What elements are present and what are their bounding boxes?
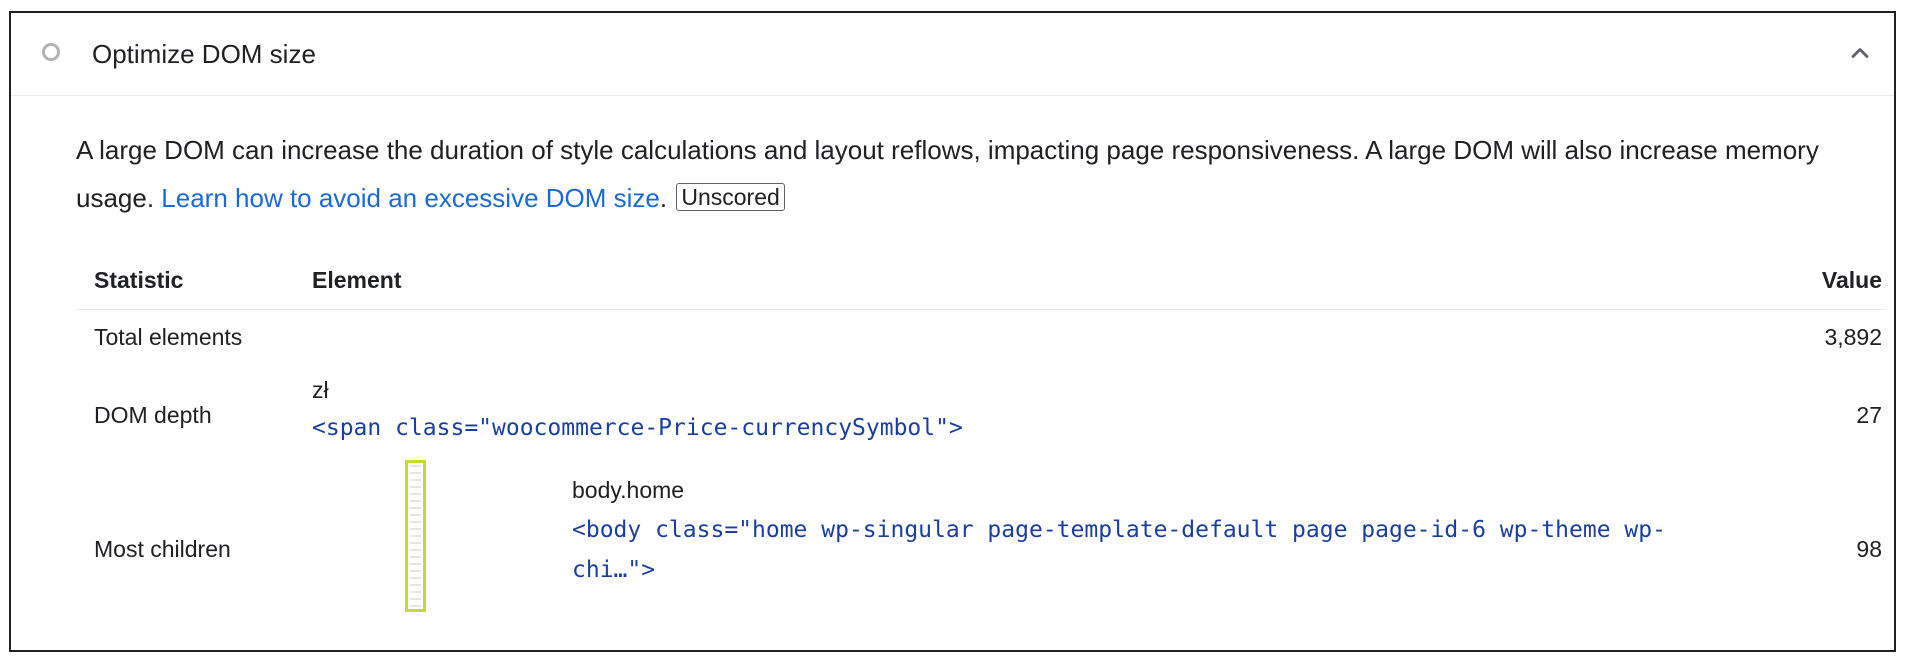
element-code-line2[interactable]: chi…"> bbox=[572, 557, 655, 583]
unscored-badge: Unscored bbox=[676, 183, 785, 211]
unscored-circle-icon bbox=[42, 43, 60, 61]
value-cell: 27 bbox=[1856, 402, 1882, 428]
statistic-cell: DOM depth bbox=[94, 402, 212, 428]
element-label: body.home bbox=[572, 477, 685, 503]
table-row: Most children body.home <body class="hom… bbox=[76, 453, 1886, 623]
table-header: Statistic Element Value bbox=[76, 257, 1886, 310]
element-code-line1[interactable]: <body class="home wp-singular page-templ… bbox=[572, 517, 1666, 543]
statistic-cell: Most children bbox=[94, 536, 231, 562]
description-period: . bbox=[659, 183, 668, 213]
chevron-up-icon[interactable] bbox=[1846, 39, 1874, 67]
thumbnail-preview bbox=[410, 465, 421, 607]
learn-more-link[interactable]: Learn how to avoid an excessive DOM size bbox=[161, 183, 660, 213]
statistic-cell: Total elements bbox=[94, 324, 243, 350]
header-statistic: Statistic bbox=[94, 267, 184, 293]
audit-description: A large DOM can increase the duration of… bbox=[76, 126, 1836, 222]
header-element: Element bbox=[312, 267, 402, 293]
value-cell: 98 bbox=[1856, 536, 1882, 562]
table-row: Total elements 3,892 bbox=[76, 311, 1886, 363]
audit-title: Optimize DOM size bbox=[92, 39, 316, 69]
element-label: zł bbox=[312, 377, 329, 403]
element-code[interactable]: <span class="woocommerce-Price-currencyS… bbox=[312, 415, 963, 441]
audit-panel: Optimize DOM size A large DOM can increa… bbox=[9, 11, 1896, 652]
value-cell: 3,892 bbox=[1824, 324, 1882, 350]
element-screenshot-thumbnail[interactable] bbox=[405, 460, 426, 612]
table-row: DOM depth zł <span class="woocommerce-Pr… bbox=[76, 368, 1886, 448]
header-value: Value bbox=[1821, 267, 1882, 293]
audit-header[interactable]: Optimize DOM size bbox=[11, 13, 1894, 96]
